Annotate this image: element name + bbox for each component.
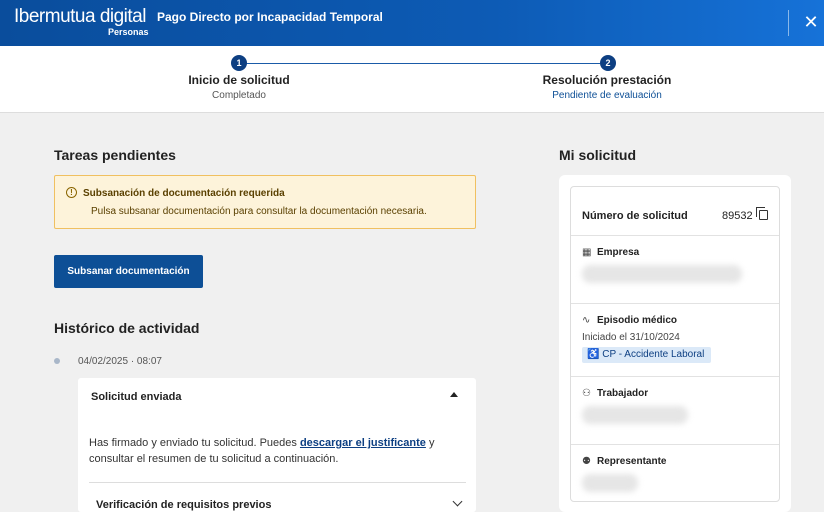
- pulse-icon: ∿: [582, 315, 591, 326]
- divider: [571, 444, 779, 445]
- chevron-down-icon[interactable]: [452, 496, 463, 507]
- solicitud-card: Número de solicitud 89532 ▦ Empresa ∿ Ep…: [570, 186, 780, 502]
- history-text: Has firmado y enviado tu solicitud. Pued…: [89, 435, 459, 467]
- solicitud-panel: Número de solicitud 89532 ▦ Empresa ∿ Ep…: [559, 175, 791, 512]
- header-divider: [788, 10, 789, 36]
- copy-icon[interactable]: [756, 207, 768, 220]
- divider: [571, 303, 779, 304]
- brand-logo: Ibermutua digital: [14, 6, 146, 27]
- representante-value-redacted: [582, 474, 638, 492]
- episodio-tag-label: CP - Accidente Laboral: [602, 349, 705, 360]
- person-icon: ⚇: [582, 388, 591, 399]
- trabajador-label: Trabajador: [597, 388, 649, 399]
- accordion-header-solicitud[interactable]: Solicitud enviada: [91, 391, 181, 403]
- number-label: Número de solicitud: [582, 210, 688, 222]
- brand-logo-sub: Personas: [108, 27, 149, 37]
- divider: [571, 376, 779, 377]
- step-2-indicator: 2: [600, 55, 616, 71]
- caret-up-icon[interactable]: [450, 392, 458, 397]
- stepper-connector: [246, 63, 600, 64]
- history-title: Histórico de actividad: [54, 320, 200, 336]
- card-divider: [89, 482, 466, 483]
- alert-body: Pulsa subsanar documentación para consul…: [91, 206, 427, 217]
- accordion-header-verificacion[interactable]: Verificación de requisitos previos: [96, 499, 271, 511]
- alert-title: Subsanación de documentación requerida: [83, 188, 285, 199]
- page-title: Pago Directo por Incapacidad Temporal: [157, 10, 383, 24]
- subsanar-button[interactable]: Subsanar documentación: [54, 255, 203, 288]
- solicitud-title: Mi solicitud: [559, 147, 636, 163]
- tasks-title: Tareas pendientes: [54, 147, 176, 163]
- empresa-value-redacted: [582, 265, 742, 283]
- accident-icon: ♿: [587, 349, 600, 360]
- trabajador-value-redacted: [582, 406, 688, 424]
- app-header: Ibermutua digital Personas Pago Directo …: [0, 0, 824, 46]
- download-receipt-link[interactable]: descargar el justificante: [300, 437, 426, 449]
- step-2-title: Resolución prestación: [542, 73, 672, 87]
- history-card: Solicitud enviada Has firmado y enviado …: [78, 378, 476, 512]
- step-1-status: Completado: [212, 90, 266, 101]
- progress-stepper: 1 Inicio de solicitud Completado 2 Resol…: [0, 46, 824, 113]
- timeline-dot: [54, 358, 60, 364]
- step-2-status: Pendiente de evaluación: [552, 90, 662, 101]
- divider: [571, 235, 779, 236]
- episodio-label: Episodio médico: [597, 315, 678, 326]
- people-icon: ⚉: [582, 456, 591, 467]
- documentation-alert: ! Subsanación de documentación requerida…: [54, 175, 476, 229]
- building-icon: ▦: [582, 247, 592, 258]
- history-text-start: Has firmado y enviado tu solicitud. Pued…: [89, 437, 300, 449]
- empresa-label: Empresa: [597, 247, 640, 258]
- episodio-tag: ♿ CP - Accidente Laboral: [582, 347, 712, 363]
- close-icon[interactable]: ✕: [800, 11, 822, 33]
- timeline-date: 04/02/2025 · 08:07: [78, 356, 162, 367]
- step-1-indicator: 1: [231, 55, 247, 71]
- warning-icon: !: [66, 187, 77, 198]
- step-1-title: Inicio de solicitud: [188, 73, 290, 87]
- representante-label: Representante: [597, 456, 667, 467]
- episodio-date: Iniciado el 31/10/2024: [582, 332, 680, 343]
- number-value: 89532: [722, 210, 753, 222]
